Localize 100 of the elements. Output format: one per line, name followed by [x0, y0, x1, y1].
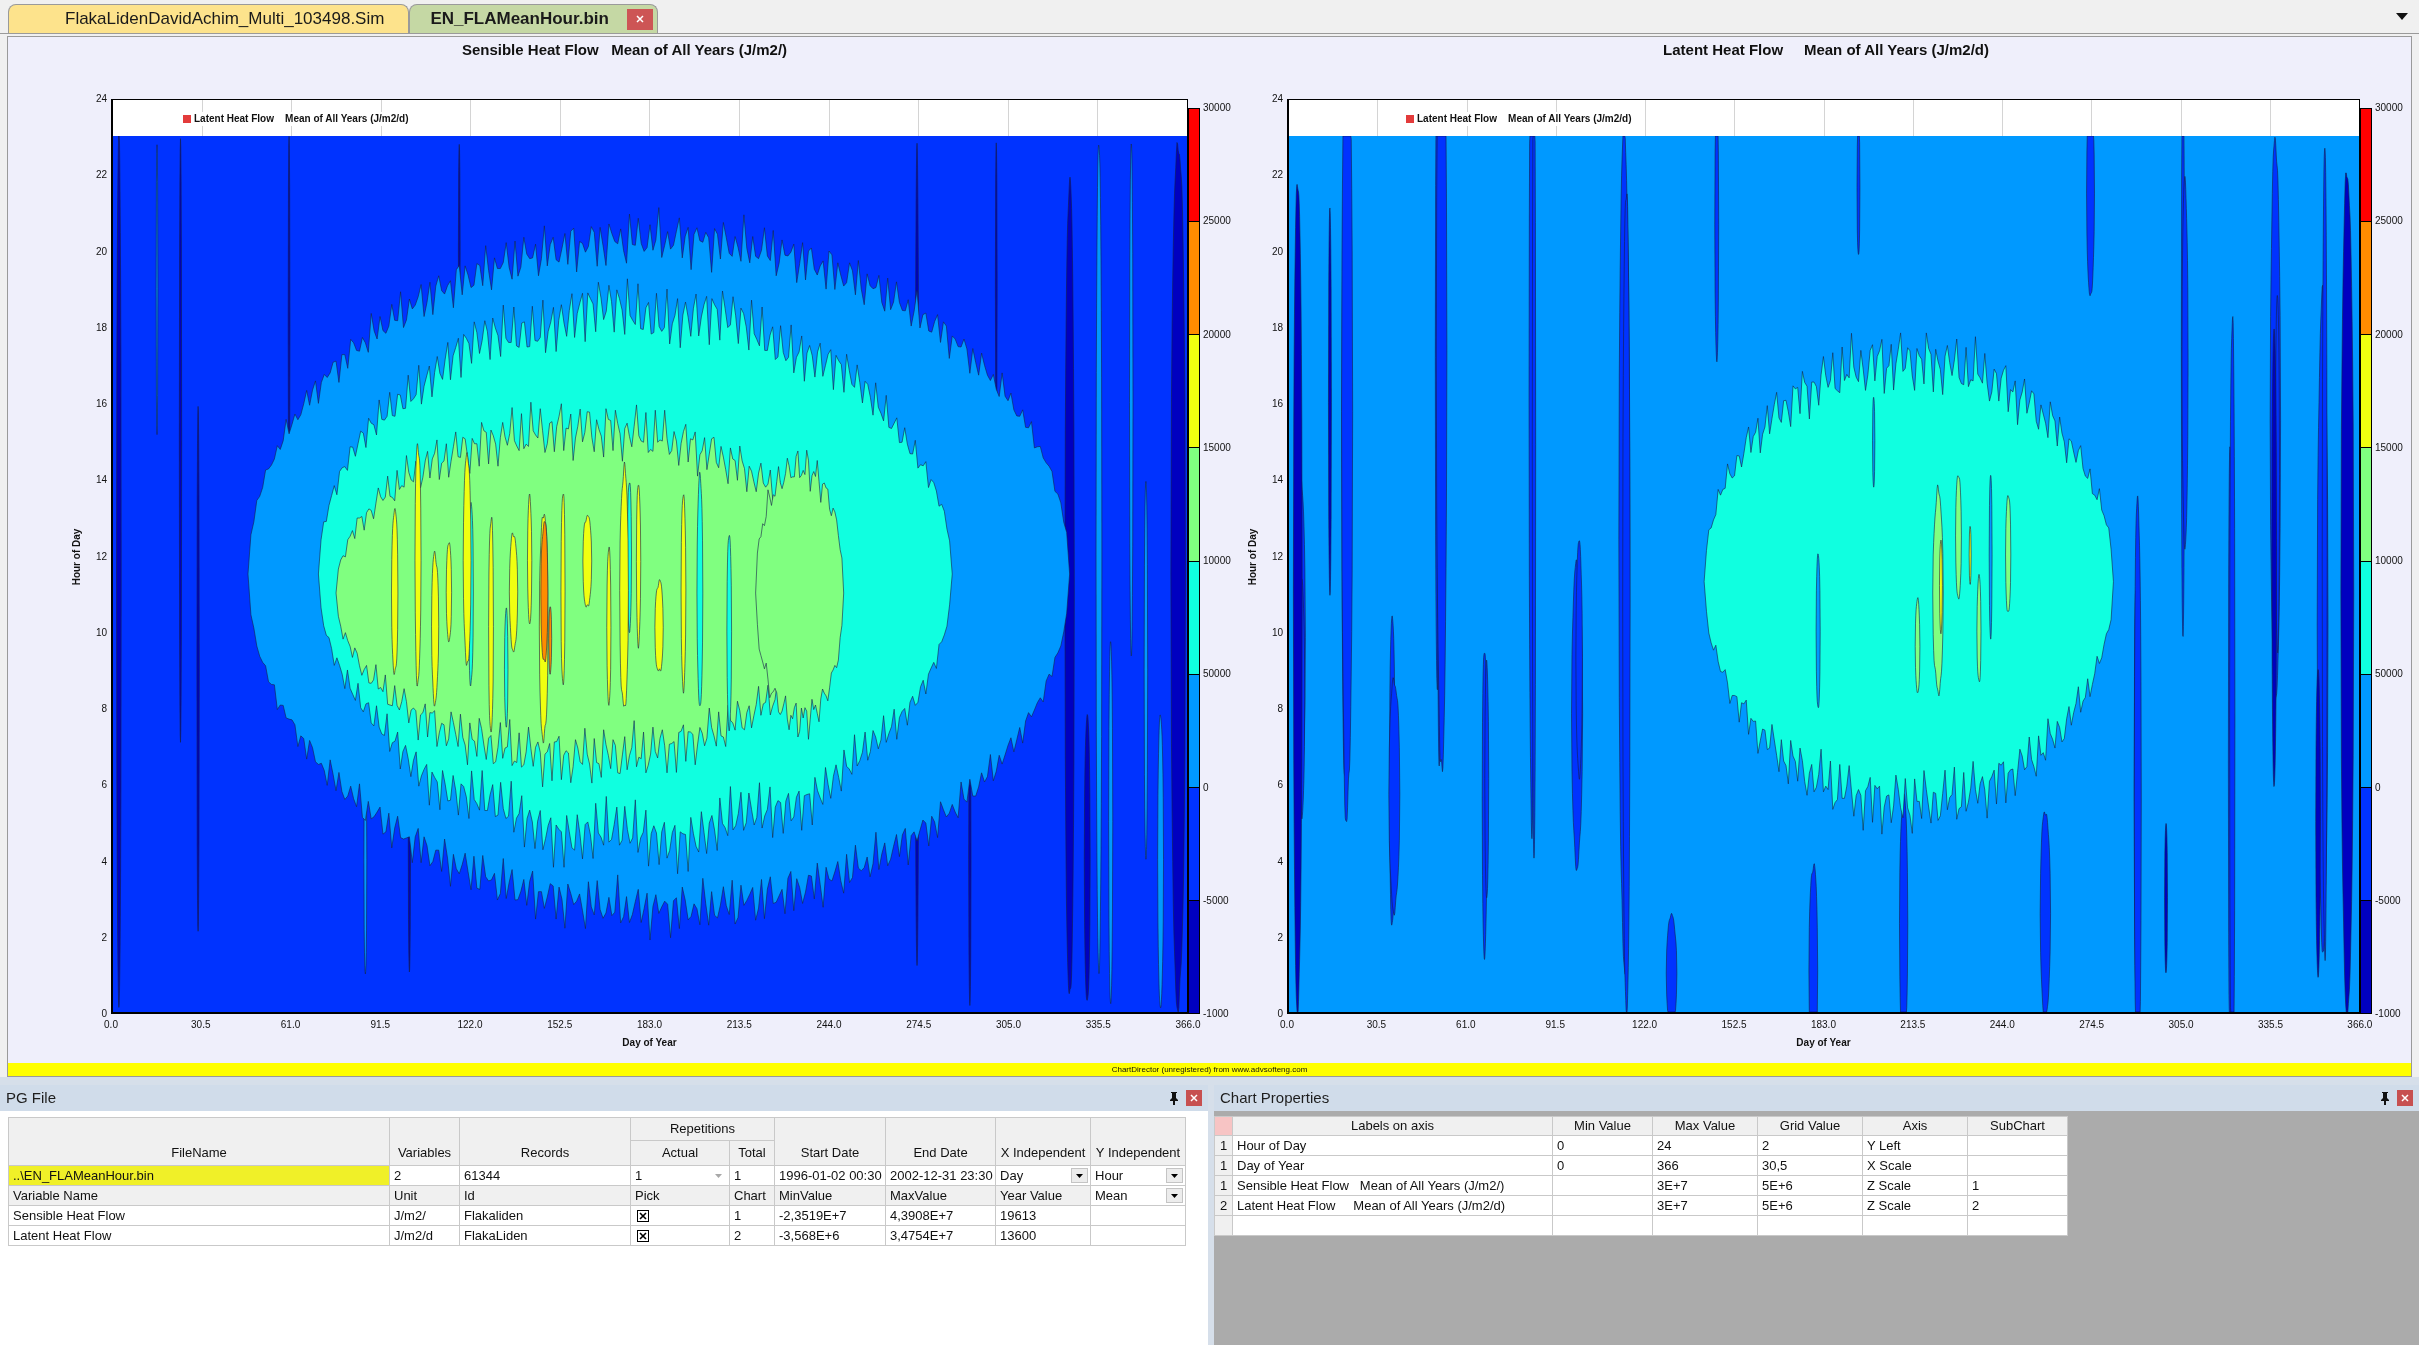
caret-icon — [1171, 1173, 1178, 1178]
tab-list-button[interactable] — [2395, 12, 2409, 21]
dropdown-button[interactable] — [1166, 1168, 1183, 1183]
axis-title: Hour of Day — [1247, 528, 1259, 585]
table-cell: Day of Year — [1232, 1155, 1553, 1176]
axis-tick-label: 30.5 — [1365, 1019, 1388, 1031]
axis-tick-label: 12 — [1270, 550, 1283, 563]
axis-tick-label: 16 — [94, 398, 107, 410]
axis-tick-label: 274.5 — [905, 1019, 933, 1031]
axis-tick-label: 244.0 — [1988, 1019, 2016, 1031]
table-cell: FlakaLiden — [459, 1225, 631, 1246]
table-cell: 4,3908E+7 — [885, 1205, 996, 1226]
dropdown-button[interactable] — [1166, 1188, 1183, 1203]
caret-icon — [715, 1173, 722, 1178]
row-header: 2 — [1214, 1195, 1233, 1216]
axis-title: Hour of Day — [71, 528, 83, 585]
close-icon — [1190, 1094, 1198, 1102]
column-header: Actual — [630, 1140, 730, 1166]
table-cell: Y Left — [1862, 1135, 1968, 1156]
table-cell: -2,3519E+7 — [774, 1205, 886, 1226]
table-cell: J/m2/d — [389, 1225, 460, 1246]
table-cell: Z Scale — [1862, 1195, 1968, 1216]
table-cell: X Scale — [1862, 1155, 1968, 1176]
axis-tick-label: 4 — [1276, 855, 1283, 868]
axis-tick-label: 305.0 — [995, 1019, 1022, 1031]
axis-tick-label: 0.0 — [103, 1019, 119, 1031]
table-cell: Latent Heat Flow — [8, 1225, 390, 1246]
chart-title: Latent Heat Flow Mean of All Years (J/m2/d) — [1662, 40, 1990, 60]
scale-label: -5000 — [1203, 894, 1230, 907]
table-cell: Sensible Heat Flow — [8, 1205, 390, 1226]
column-header: Variables — [389, 1117, 460, 1166]
column-header: Variable Name — [8, 1185, 390, 1206]
pin-icon — [1169, 1091, 1179, 1105]
scale-label: 20000 — [2375, 328, 2404, 341]
legend-label: Latent Heat Flow Mean of All Years (J/m2/d) — [194, 113, 409, 125]
table-cell: -3,568E+6 — [774, 1225, 886, 1246]
axis-tick-label: 366.0 — [2346, 1019, 2374, 1031]
axis-tick-label: 122.0 — [456, 1019, 484, 1031]
column-header: Records — [459, 1117, 631, 1166]
caret-icon — [1171, 1193, 1178, 1198]
column-header: X Independent — [995, 1117, 1091, 1166]
column-header: Labels on axis — [1232, 1116, 1553, 1136]
table-cell[interactable]: ..\EN_FLAMeanHour.bin — [8, 1165, 390, 1186]
scale-label: -1000 — [1203, 1008, 1230, 1020]
table-cell: 5E+6 — [1757, 1175, 1863, 1196]
axis-tick-label: 10 — [1270, 626, 1283, 639]
panel-title: PG File — [6, 1089, 56, 1107]
scale-label: 20000 — [1203, 328, 1232, 341]
axis-tick-label: 91.5 — [1544, 1019, 1566, 1031]
axis-tick-label: 152.5 — [1720, 1019, 1748, 1031]
axis-tick-label: 8 — [1276, 703, 1283, 715]
chart-title: Sensible Heat Flow Mean of All Years (J/m2/) — [460, 40, 789, 60]
column-header: Axis — [1862, 1116, 1968, 1136]
table-cell: 2 — [389, 1165, 460, 1186]
scale-label: 0 — [2375, 781, 2382, 794]
column-header: End Date — [885, 1117, 996, 1166]
scale-label: 30000 — [1203, 102, 1232, 114]
table-cell: Latent Heat Flow Mean of All Years (J/m2/d) — [1232, 1195, 1553, 1216]
table-cell: Hour of Day — [1232, 1135, 1553, 1156]
pin-button[interactable] — [1168, 1090, 1180, 1106]
scale-label: 25000 — [2375, 215, 2404, 228]
axis-tick-label: 10 — [94, 626, 107, 639]
table-cell: 1 — [1967, 1175, 2068, 1196]
legend-label: Latent Heat Flow Mean of All Years (J/m2/d) — [1417, 113, 1632, 125]
scale-label: 0 — [1203, 781, 1210, 794]
column-header: Min Value — [1552, 1116, 1653, 1136]
axis-title: Day of Year — [622, 1036, 677, 1049]
axis-tick-label: 20 — [94, 245, 107, 258]
table-cell: 3E+7 — [1652, 1175, 1758, 1196]
scale-label: 50000 — [2375, 668, 2404, 681]
axis-tick-label: 244.0 — [815, 1019, 843, 1031]
tab[interactable]: FlakaLidenDavidAchim_Multi_103498.Sim — [8, 4, 410, 33]
pin-button[interactable] — [2379, 1090, 2391, 1106]
axis-tick-label: 366.0 — [1174, 1019, 1202, 1031]
tab[interactable]: EN_FLAMeanHour.bin — [409, 4, 658, 33]
axis-tick-label: 24 — [1270, 93, 1283, 105]
table-cell: 1 — [729, 1165, 775, 1186]
column-header: Y Independent — [1090, 1117, 1186, 1166]
axis-tick-label: 6 — [100, 779, 107, 792]
dropdown-button[interactable] — [1071, 1168, 1088, 1183]
table-cell: Z Scale — [1862, 1175, 1968, 1196]
axis-tick-label: 14 — [1270, 474, 1283, 487]
axis-tick-label: 305.0 — [2167, 1019, 2195, 1031]
panel-title: Chart Properties — [1220, 1089, 1330, 1107]
close-button[interactable] — [626, 8, 653, 30]
table-cell: 30,5 — [1757, 1155, 1863, 1176]
table-cell: 5E+6 — [1757, 1195, 1863, 1216]
scale-label: 15000 — [2375, 441, 2404, 454]
close-button[interactable] — [1186, 1090, 1202, 1106]
checkbox[interactable] — [637, 1229, 649, 1242]
table-cell: J/m2/ — [389, 1205, 460, 1226]
axis-tick-label: 4 — [100, 855, 107, 868]
checkbox[interactable] — [637, 1209, 649, 1222]
table-cell: 1996-01-02 00:30 — [774, 1165, 886, 1186]
close-button[interactable] — [2397, 1090, 2413, 1106]
caret-icon — [1076, 1173, 1083, 1178]
column-header: Repetitions — [630, 1117, 775, 1141]
axis-tick-label: 24 — [94, 93, 107, 105]
axis-tick-label: 183.0 — [636, 1019, 663, 1031]
axis-tick-label: 22 — [94, 169, 107, 182]
